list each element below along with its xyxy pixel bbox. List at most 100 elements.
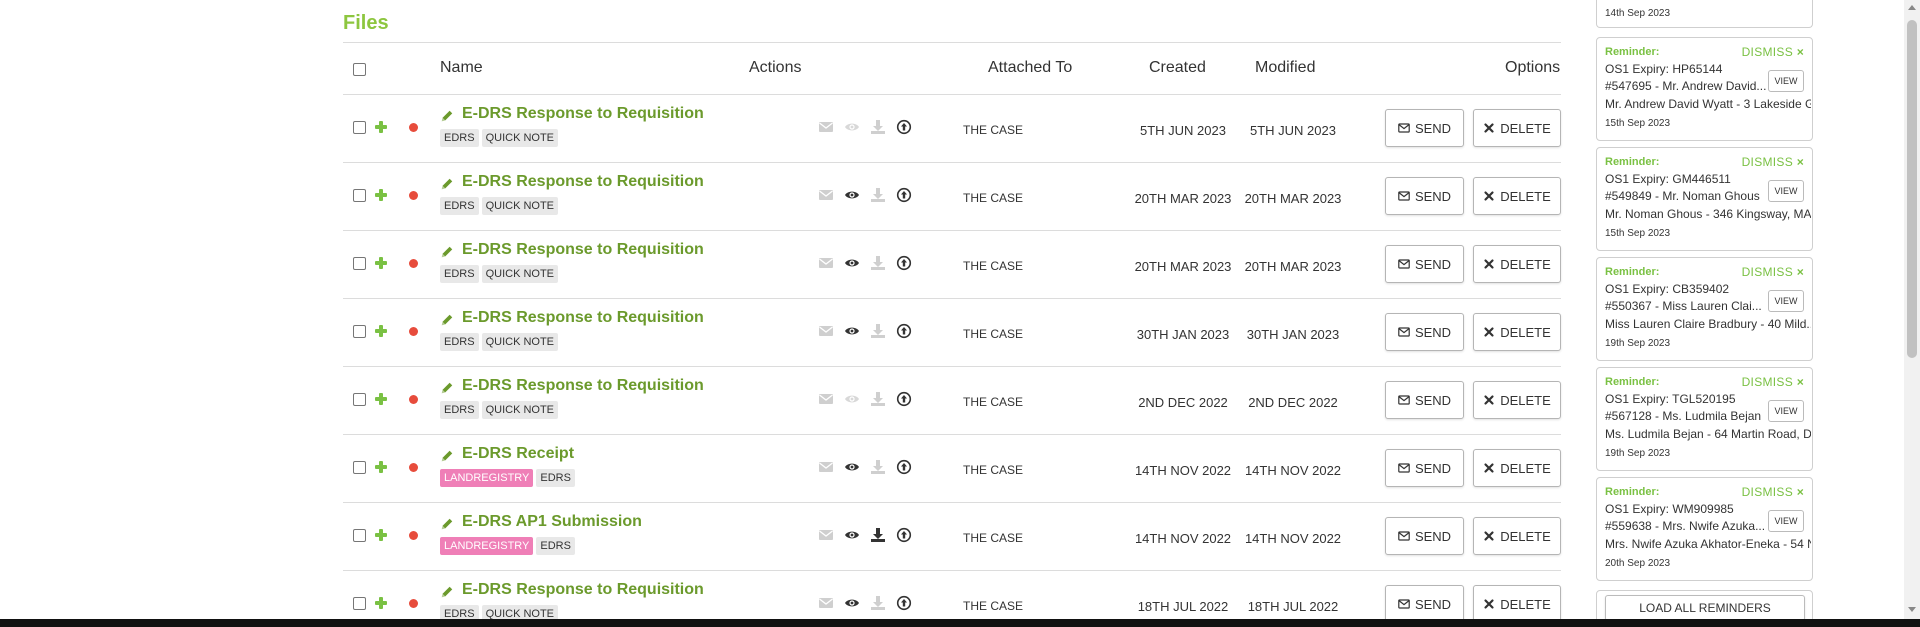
- send-button[interactable]: SEND: [1385, 381, 1464, 419]
- download-icon[interactable]: [870, 391, 886, 407]
- envelope-icon[interactable]: [818, 595, 834, 611]
- scroll-up-arrow-icon[interactable]: [1908, 5, 1916, 10]
- delete-button[interactable]: DELETE: [1473, 449, 1561, 487]
- file-tag[interactable]: EDRS: [536, 469, 575, 487]
- download-icon[interactable]: [870, 255, 886, 271]
- file-tag[interactable]: EDRS: [440, 129, 479, 147]
- plus-icon[interactable]: [375, 461, 387, 473]
- eye-icon[interactable]: [844, 255, 860, 271]
- pencil-icon[interactable]: [440, 313, 456, 329]
- plus-icon[interactable]: [375, 121, 387, 133]
- file-name-link[interactable]: E-DRS AP1 Submission: [462, 513, 642, 531]
- eye-icon[interactable]: [844, 391, 860, 407]
- plus-icon[interactable]: [375, 597, 387, 609]
- pencil-icon[interactable]: [440, 109, 456, 125]
- file-tag[interactable]: QUICK NOTE: [481, 401, 559, 419]
- pencil-icon[interactable]: [440, 245, 456, 261]
- file-tag[interactable]: QUICK NOTE: [481, 197, 559, 215]
- dismiss-link[interactable]: DISMISS ×: [1742, 265, 1804, 279]
- delete-button[interactable]: DELETE: [1473, 313, 1561, 351]
- delete-button[interactable]: DELETE: [1473, 381, 1561, 419]
- envelope-icon[interactable]: [818, 459, 834, 475]
- upload-circle-icon[interactable]: [896, 187, 912, 203]
- row-checkbox[interactable]: [353, 461, 366, 474]
- delete-button[interactable]: DELETE: [1473, 517, 1561, 555]
- eye-icon[interactable]: [844, 119, 860, 135]
- row-checkbox[interactable]: [353, 393, 366, 406]
- delete-button[interactable]: DELETE: [1473, 177, 1561, 215]
- upload-circle-icon[interactable]: [896, 323, 912, 339]
- header-attached-to[interactable]: Attached To: [988, 59, 1072, 77]
- envelope-icon[interactable]: [818, 323, 834, 339]
- row-checkbox[interactable]: [353, 189, 366, 202]
- header-modified[interactable]: Modified: [1255, 59, 1315, 77]
- send-button[interactable]: SEND: [1385, 585, 1464, 623]
- upload-circle-icon[interactable]: [896, 255, 912, 271]
- plus-icon[interactable]: [375, 529, 387, 541]
- file-name-link[interactable]: E-DRS Response to Requisition: [462, 581, 704, 599]
- dismiss-link[interactable]: DISMISS ×: [1742, 375, 1804, 389]
- file-tag[interactable]: EDRS: [440, 197, 479, 215]
- row-checkbox[interactable]: [353, 325, 366, 338]
- eye-icon[interactable]: [844, 187, 860, 203]
- download-icon[interactable]: [870, 459, 886, 475]
- file-name-link[interactable]: E-DRS Response to Requisition: [462, 309, 704, 327]
- view-button[interactable]: VIEW: [1768, 70, 1804, 92]
- download-icon[interactable]: [870, 595, 886, 611]
- plus-icon[interactable]: [375, 325, 387, 337]
- file-tag[interactable]: QUICK NOTE: [481, 265, 559, 283]
- upload-circle-icon[interactable]: [896, 459, 912, 475]
- upload-circle-icon[interactable]: [896, 391, 912, 407]
- send-button[interactable]: SEND: [1385, 245, 1464, 283]
- row-checkbox[interactable]: [353, 597, 366, 610]
- file-tag[interactable]: EDRS: [536, 537, 575, 555]
- scroll-down-arrow-icon[interactable]: [1908, 607, 1916, 612]
- view-button[interactable]: VIEW: [1768, 290, 1804, 312]
- upload-circle-icon[interactable]: [896, 527, 912, 543]
- envelope-icon[interactable]: [818, 187, 834, 203]
- dismiss-link[interactable]: DISMISS ×: [1742, 485, 1804, 499]
- pencil-icon[interactable]: [440, 177, 456, 193]
- download-icon[interactable]: [870, 323, 886, 339]
- file-tag[interactable]: QUICK NOTE: [481, 129, 559, 147]
- eye-icon[interactable]: [844, 323, 860, 339]
- row-checkbox[interactable]: [353, 121, 366, 134]
- plus-icon[interactable]: [375, 393, 387, 405]
- send-button[interactable]: SEND: [1385, 177, 1464, 215]
- eye-icon[interactable]: [844, 527, 860, 543]
- row-checkbox[interactable]: [353, 529, 366, 542]
- envelope-icon[interactable]: [818, 255, 834, 271]
- file-name-link[interactable]: E-DRS Receipt: [462, 445, 574, 463]
- upload-circle-icon[interactable]: [896, 119, 912, 135]
- file-tag[interactable]: LANDREGISTRY: [440, 537, 534, 555]
- envelope-icon[interactable]: [818, 119, 834, 135]
- row-checkbox[interactable]: [353, 257, 366, 270]
- download-icon[interactable]: [870, 527, 886, 543]
- file-name-link[interactable]: E-DRS Response to Requisition: [462, 377, 704, 395]
- view-button[interactable]: VIEW: [1768, 180, 1804, 202]
- file-tag[interactable]: EDRS: [440, 333, 479, 351]
- download-icon[interactable]: [870, 119, 886, 135]
- file-name-link[interactable]: E-DRS Response to Requisition: [462, 173, 704, 191]
- view-button[interactable]: VIEW: [1768, 510, 1804, 532]
- plus-icon[interactable]: [375, 189, 387, 201]
- delete-button[interactable]: DELETE: [1473, 585, 1561, 623]
- eye-icon[interactable]: [844, 459, 860, 475]
- select-all-checkbox[interactable]: [353, 63, 366, 76]
- pencil-icon[interactable]: [440, 449, 456, 465]
- pencil-icon[interactable]: [440, 381, 456, 397]
- delete-button[interactable]: DELETE: [1473, 245, 1561, 283]
- upload-circle-icon[interactable]: [896, 595, 912, 611]
- download-icon[interactable]: [870, 187, 886, 203]
- send-button[interactable]: SEND: [1385, 517, 1464, 555]
- send-button[interactable]: SEND: [1385, 449, 1464, 487]
- file-tag[interactable]: EDRS: [440, 401, 479, 419]
- envelope-icon[interactable]: [818, 391, 834, 407]
- file-tag[interactable]: QUICK NOTE: [481, 333, 559, 351]
- load-all-reminders-button[interactable]: LOAD ALL REMINDERS: [1605, 595, 1805, 620]
- pencil-icon[interactable]: [440, 517, 456, 533]
- header-created[interactable]: Created: [1149, 59, 1206, 77]
- file-name-link[interactable]: E-DRS Response to Requisition: [462, 105, 704, 123]
- eye-icon[interactable]: [844, 595, 860, 611]
- delete-button[interactable]: DELETE: [1473, 109, 1561, 147]
